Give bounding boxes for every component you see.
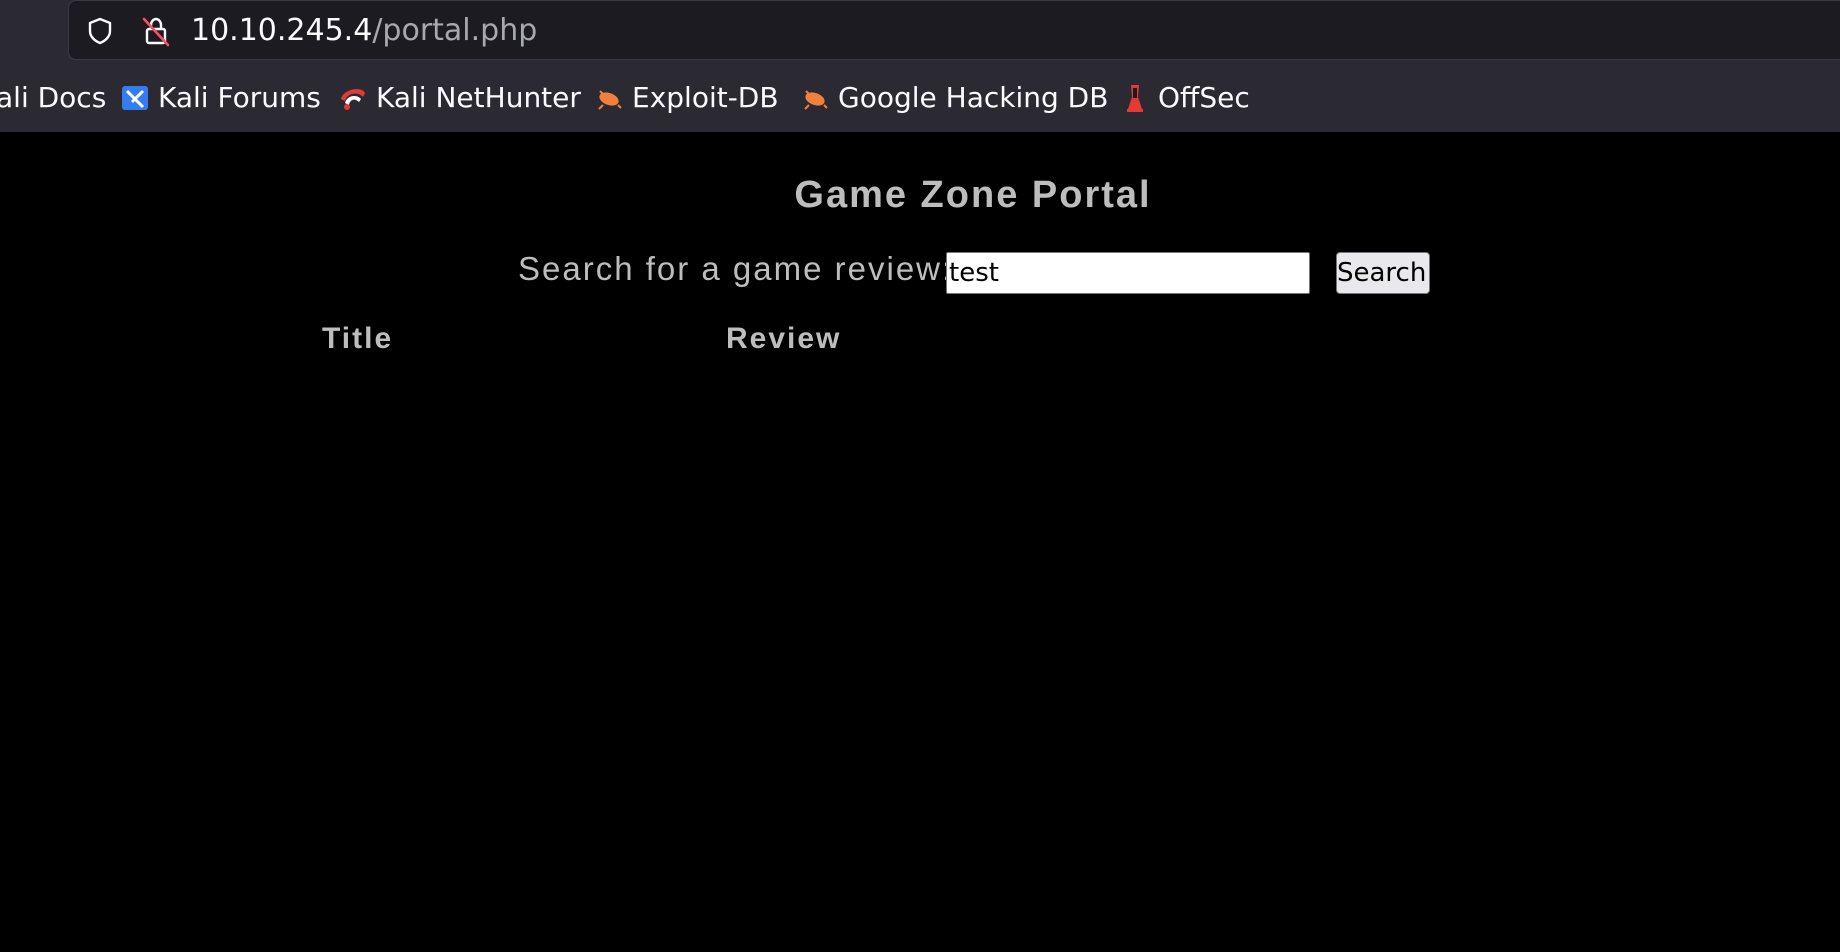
url-text[interactable]: 10.10.245.4/portal.php: [191, 14, 537, 48]
bookmark-kali-nethunter[interactable]: Kali NetHunter: [338, 80, 581, 116]
google-hacking-db-icon: [804, 90, 828, 110]
column-header-review: Review: [726, 322, 842, 355]
url-path: /portal.php: [372, 13, 538, 48]
bookmark-label: Kali NetHunter: [376, 81, 581, 114]
bookmark-offsec[interactable]: OffSec: [1120, 80, 1250, 116]
column-header-title: Title: [322, 322, 394, 355]
bookmark-label: Google Hacking DB: [838, 81, 1109, 114]
page-content: Game Zone Portal Search for a game revie…: [0, 132, 1840, 952]
bookmark-label: Exploit-DB: [632, 81, 779, 114]
bookmarks-bar: ali Docs Kali Forums Kali NetHunter Expl…: [0, 64, 1840, 132]
bookmark-kali-docs[interactable]: ali Docs: [0, 80, 106, 116]
offsec-icon: [1127, 85, 1143, 112]
search-button[interactable]: Search!: [1336, 252, 1437, 294]
address-bar[interactable]: 10.10.245.4/portal.php: [68, 0, 1840, 60]
bookmark-label: OffSec: [1158, 81, 1250, 114]
bookmark-exploit-db[interactable]: Exploit-DB: [594, 80, 779, 116]
browser-toolbar: 10.10.245.4/portal.php: [0, 0, 1840, 64]
page-title: Game Zone Portal: [794, 174, 1152, 216]
kali-nethunter-icon: [341, 89, 365, 110]
search-input[interactable]: [946, 252, 1310, 294]
kali-forums-icon: [122, 86, 148, 110]
url-host: 10.10.245.4: [191, 13, 373, 48]
insecure-lock-icon[interactable]: [141, 15, 171, 47]
exploit-db-icon: [598, 90, 622, 110]
bookmark-kali-forums[interactable]: Kali Forums: [120, 80, 321, 116]
browser-chrome: 10.10.245.4/portal.php ali Docs Kali For…: [0, 0, 1840, 132]
shield-icon[interactable]: [85, 16, 115, 46]
bookmark-label: Kali Forums: [158, 81, 321, 114]
search-label: Search for a game review:: [518, 250, 954, 287]
bookmark-label: ali Docs: [0, 81, 107, 114]
bookmark-google-hacking-db[interactable]: Google Hacking DB: [800, 80, 1108, 116]
